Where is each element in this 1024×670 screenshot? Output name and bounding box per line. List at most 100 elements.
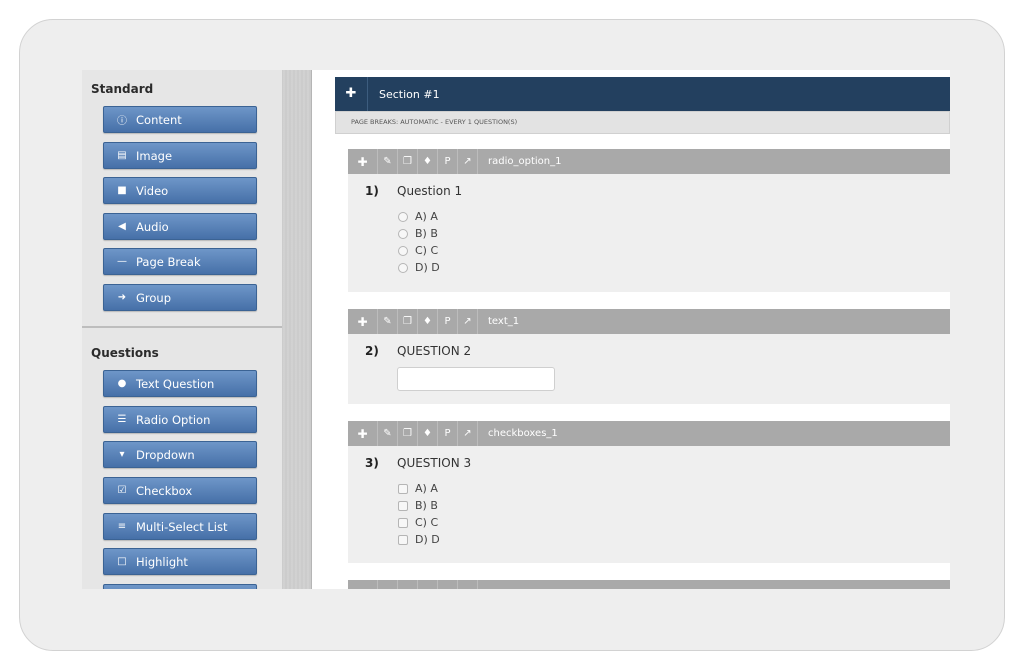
tag-icon[interactable]	[418, 580, 438, 589]
radio-option[interactable]: A) A	[398, 210, 438, 223]
audio-label: Audio	[136, 219, 169, 234]
checkbox[interactable]	[398, 517, 408, 528]
group-label: Group	[136, 290, 172, 305]
radio-button[interactable]	[398, 245, 408, 256]
copy-icon[interactable]: ❐	[398, 421, 418, 446]
text-question-button[interactable]: ● Text Question	[103, 370, 257, 397]
option-label: A) A	[415, 210, 438, 223]
paragraph-icon[interactable]: P	[438, 309, 458, 334]
video-button[interactable]: ■ Video	[103, 177, 257, 204]
radio-option[interactable]: B) B	[398, 227, 438, 240]
video-label: Video	[136, 183, 169, 198]
question-toolbar: ✚ ✎ ❐ ♦ P ↗ checkboxes_1	[348, 421, 950, 446]
checkbox[interactable]	[398, 483, 408, 494]
page-break-label: Page Break	[136, 254, 201, 269]
checkbox-label: Checkbox	[136, 483, 193, 498]
checkbox-option[interactable]: D) D	[398, 533, 440, 546]
radio-button[interactable]	[398, 262, 408, 273]
app-viewport: Standard ⓘ Content ▤ Image ■ Video ◀ Aud…	[82, 70, 950, 589]
question-variable-name: radio_option_1	[488, 156, 562, 167]
form-canvas: ✚ Section #1 PAGE BREAKS: AUTOMATIC - EV…	[313, 70, 950, 589]
paragraph-icon[interactable]: P	[438, 421, 458, 446]
option-label: D) D	[415, 533, 440, 546]
checkbox[interactable]	[398, 534, 408, 545]
radio-option[interactable]: C) C	[398, 244, 438, 257]
sidebar-resize-handle[interactable]	[282, 70, 312, 589]
external-link-icon[interactable]	[458, 580, 478, 589]
video-icon: ■	[117, 185, 127, 196]
question-card: ✚ ✎ ❐ ♦ P ↗ text_1 2) QUESTION 2	[348, 309, 950, 404]
next-tool-button[interactable]	[103, 584, 257, 589]
checkbox-button[interactable]: ☑ Checkbox	[103, 477, 257, 504]
text-answer-input[interactable]	[397, 367, 555, 391]
highlight-label: Highlight	[136, 554, 188, 569]
questions-heading: Questions	[91, 346, 159, 360]
checkbox-option[interactable]: A) A	[398, 482, 438, 495]
menu-icon: ≡	[117, 521, 127, 532]
checkbox[interactable]	[398, 500, 408, 511]
move-icon[interactable]	[348, 580, 378, 589]
audio-icon: ◀	[118, 221, 126, 232]
image-icon: ▤	[117, 150, 127, 161]
move-icon[interactable]: ✚	[348, 421, 378, 446]
tag-icon[interactable]: ♦	[418, 309, 438, 334]
edit-icon[interactable]: ✎	[378, 421, 398, 446]
list-icon: ☰	[117, 414, 127, 425]
question-text: Question 1	[397, 184, 463, 198]
section-header: ✚ Section #1	[335, 77, 950, 111]
group-button[interactable]: ➜ Group	[103, 284, 257, 311]
sidebar-divider	[82, 326, 282, 328]
radio-option-button[interactable]: ☰ Radio Option	[103, 406, 257, 433]
paragraph-icon[interactable]: P	[438, 149, 458, 174]
dropdown-label: Dropdown	[136, 447, 195, 462]
external-link-icon[interactable]: ↗	[458, 309, 478, 334]
question-card: ✚ ✎ ❐ ♦ P ↗ radio_option_1 1) Question 1…	[348, 149, 950, 292]
option-label: C) C	[415, 516, 439, 529]
question-text: QUESTION 2	[397, 344, 472, 358]
comment-icon: ●	[117, 378, 127, 389]
image-button[interactable]: ▤ Image	[103, 142, 257, 169]
radio-option[interactable]: D) D	[398, 261, 440, 274]
multi-select-list-button[interactable]: ≡ Multi-Select List	[103, 513, 257, 540]
move-icon[interactable]: ✚	[335, 77, 368, 111]
edit-icon[interactable]: ✎	[378, 149, 398, 174]
paragraph-icon[interactable]	[438, 580, 458, 589]
sidebar: Standard ⓘ Content ▤ Image ■ Video ◀ Aud…	[82, 70, 282, 589]
move-icon[interactable]: ✚	[348, 309, 378, 334]
question-number: 2)	[365, 344, 379, 358]
page-break-button[interactable]: — Page Break	[103, 248, 257, 275]
dropdown-button[interactable]: ▾ Dropdown	[103, 441, 257, 468]
question-card	[348, 580, 950, 589]
external-link-icon[interactable]: ↗	[458, 149, 478, 174]
tag-icon[interactable]: ♦	[418, 421, 438, 446]
copy-icon[interactable]	[398, 580, 418, 589]
content-label: Content	[136, 112, 182, 127]
checkbox-option[interactable]: C) C	[398, 516, 438, 529]
radio-button[interactable]	[398, 228, 408, 239]
question-toolbar	[348, 580, 950, 589]
question-number: 1)	[365, 184, 379, 198]
tag-icon[interactable]: ♦	[418, 149, 438, 174]
audio-button[interactable]: ◀ Audio	[103, 213, 257, 240]
multi-select-list-label: Multi-Select List	[136, 519, 228, 534]
external-link-icon[interactable]: ↗	[458, 421, 478, 446]
edit-icon[interactable]: ✎	[378, 309, 398, 334]
option-label: A) A	[415, 482, 438, 495]
edit-icon[interactable]	[378, 580, 398, 589]
minus-icon: —	[117, 256, 127, 267]
radio-button[interactable]	[398, 211, 408, 222]
standard-heading: Standard	[91, 82, 154, 96]
copy-icon[interactable]: ❐	[398, 149, 418, 174]
question-toolbar: ✚ ✎ ❐ ♦ P ↗ text_1	[348, 309, 950, 334]
question-card: ✚ ✎ ❐ ♦ P ↗ checkboxes_1 3) QUESTION 3 A…	[348, 421, 950, 563]
question-text: QUESTION 3	[397, 456, 472, 470]
question-variable-name: checkboxes_1	[488, 428, 558, 439]
highlight-button[interactable]: □ Highlight	[103, 548, 257, 575]
move-icon[interactable]: ✚	[348, 149, 378, 174]
copy-icon[interactable]: ❐	[398, 309, 418, 334]
content-button[interactable]: ⓘ Content	[103, 106, 257, 133]
checkbox-option[interactable]: B) B	[398, 499, 438, 512]
option-label: B) B	[415, 227, 438, 240]
radio-option-label: Radio Option	[136, 412, 211, 427]
checkbox-icon: ☑	[117, 485, 127, 496]
